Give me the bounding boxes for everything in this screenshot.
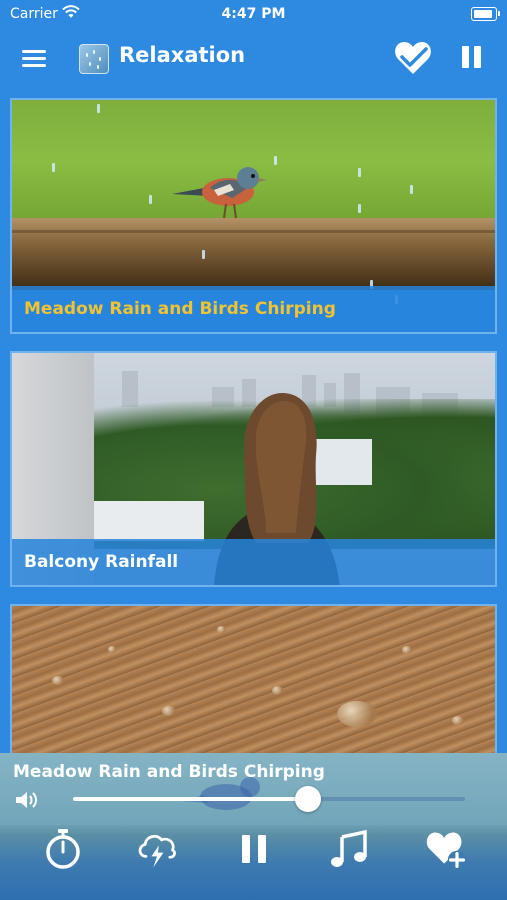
music-note-icon[interactable] [327, 827, 371, 871]
water-drop [217, 626, 226, 633]
raindrop [202, 250, 205, 259]
pause-icon[interactable] [232, 827, 276, 871]
raindrop [358, 204, 361, 213]
clock: 4:47 PM [221, 6, 286, 22]
now-playing-bar: Meadow Rain and Birds Chirping [0, 753, 507, 900]
sound-card-balcony-rainfall[interactable]: Balcony Rainfall [10, 351, 497, 587]
water-drop [337, 701, 377, 727]
raindrop [97, 104, 100, 113]
app-logo-icon [79, 44, 109, 74]
water-drop [162, 706, 176, 716]
chaffinch-bird-image [172, 167, 267, 219]
raindrop [52, 163, 55, 172]
raindrop [358, 168, 361, 177]
water-drop [52, 676, 64, 685]
card-title: Balcony Rainfall [24, 552, 179, 572]
nav-bar: Relaxation [0, 28, 507, 90]
heart-checkmark-icon[interactable] [393, 40, 433, 76]
card-image-fence [12, 218, 495, 290]
water-drop [452, 716, 464, 725]
water-drop [402, 646, 412, 654]
menu-icon[interactable] [22, 48, 48, 68]
cloud-lightning-icon[interactable] [135, 827, 179, 871]
sound-card-meadow-rain[interactable]: Meadow Rain and Birds Chirping [10, 98, 497, 334]
battery-icon [471, 7, 500, 21]
timer-icon[interactable] [41, 827, 85, 871]
water-drop [272, 686, 283, 695]
status-bar: Carrier 4:47 PM [0, 0, 507, 28]
now-playing-title: Meadow Rain and Birds Chirping [13, 762, 325, 782]
page-title: Relaxation [119, 43, 246, 67]
card-image-wet-wood [12, 606, 495, 762]
balcony-rail [94, 501, 204, 541]
raindrop [149, 195, 152, 204]
raindrop [410, 185, 413, 194]
card-title: Meadow Rain and Birds Chirping [24, 299, 336, 319]
card-caption: Balcony Rainfall [12, 539, 495, 585]
card-caption: Meadow Rain and Birds Chirping [12, 286, 495, 332]
volume-icon[interactable] [14, 789, 40, 811]
tab-bar [0, 827, 507, 877]
sound-card-wood-rain[interactable] [10, 604, 497, 764]
volume-slider-thumb[interactable] [295, 786, 322, 812]
heart-add-icon[interactable] [424, 827, 468, 871]
pause-icon[interactable] [459, 46, 483, 70]
raindrop [274, 156, 277, 165]
volume-slider-fill [73, 797, 309, 801]
water-drop [108, 646, 116, 653]
volume-slider[interactable] [73, 786, 465, 812]
